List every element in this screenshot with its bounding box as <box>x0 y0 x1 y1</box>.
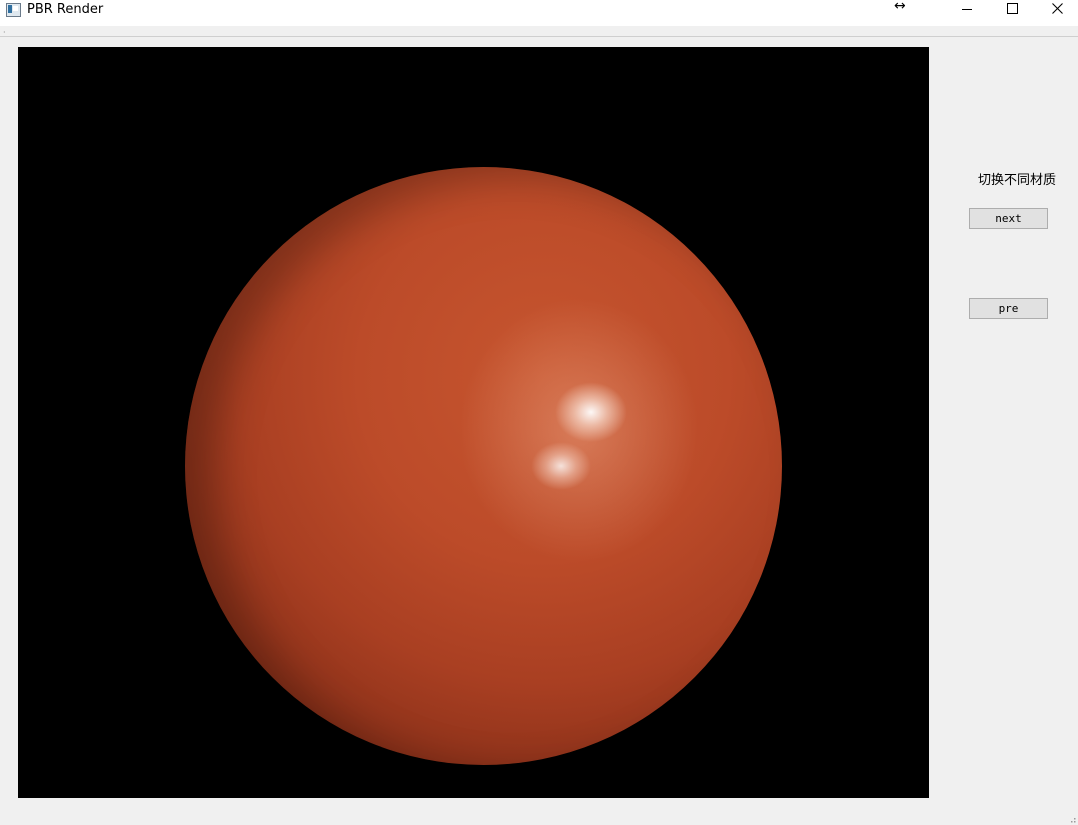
close-button[interactable] <box>1034 0 1078 20</box>
close-icon <box>1052 3 1063 14</box>
maximize-button[interactable] <box>989 0 1035 20</box>
menu-bar-divider <box>0 36 1078 37</box>
maximize-icon <box>1007 3 1018 14</box>
render-viewport[interactable] <box>18 47 929 798</box>
window-title: PBR Render <box>27 2 104 17</box>
next-material-button[interactable]: next <box>969 208 1048 229</box>
material-switch-label: 切换不同材质 <box>978 173 1057 188</box>
pbr-sphere <box>185 167 782 765</box>
title-bar: PBR Render ↔ <box>0 0 1078 26</box>
previous-material-button[interactable]: pre <box>969 298 1048 319</box>
minimize-button[interactable] <box>944 0 990 20</box>
size-grip-icon[interactable] <box>1068 815 1076 823</box>
app-icon <box>6 3 21 17</box>
minimize-icon <box>962 9 972 10</box>
resize-horizontal-cursor-icon: ↔ <box>894 0 906 14</box>
